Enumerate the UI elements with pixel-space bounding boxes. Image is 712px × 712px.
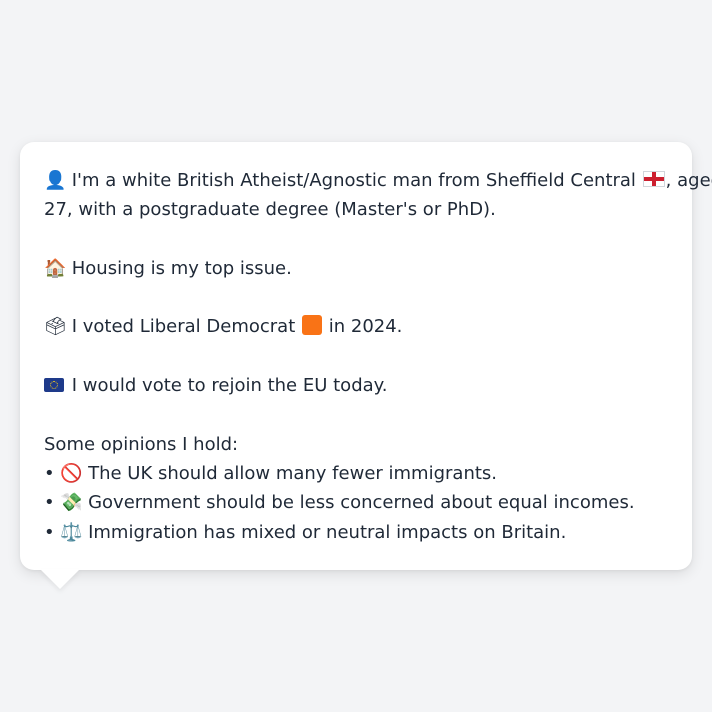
list-item: • 🚫 The UK should allow many fewer immig… (44, 459, 668, 488)
intro-age-label: , aged (665, 170, 712, 191)
eu-flag-icon (44, 378, 64, 393)
ballot-box-icon: 🗳 (44, 316, 67, 338)
profile-card: 👤 I'm a white British Atheist/Agnostic m… (20, 142, 712, 570)
eu-line: I would vote to rejoin the EU today. (44, 371, 668, 400)
england-flag-icon (642, 171, 665, 187)
house-icon: 🏠 (44, 257, 67, 279)
vote-year-text: in 2024. (328, 316, 403, 338)
speech-bubble-tail (40, 569, 80, 589)
bullet: • (44, 462, 55, 484)
top-issue-text: Housing is my top issue. (71, 257, 292, 279)
eu-text: I would vote to rejoin the EU today. (71, 375, 388, 397)
bullet: • (44, 492, 55, 514)
vote-line: 🗳 I voted Liberal Democrat in 2024. (44, 312, 668, 341)
money-wings-icon: 💸 (60, 492, 83, 514)
opinion-text: The UK should allow many fewer immigrant… (88, 462, 498, 484)
list-item: • 💸 Government should be less concerned … (44, 488, 668, 517)
balance-scale-icon: ⚖️ (60, 521, 83, 543)
bullet: • (44, 521, 55, 543)
vote-text: I voted Liberal Democrat (71, 316, 296, 338)
prohibited-icon: 🚫 (60, 462, 83, 484)
orange-square-icon (302, 315, 322, 336)
person-icon: 👤 (44, 170, 67, 191)
opinion-text: Immigration has mixed or neutral impacts… (88, 521, 567, 543)
opinion-text: Government should be less concerned abou… (88, 492, 635, 514)
intro-line-1: 👤 I'm a white British Atheist/Agnostic m… (44, 166, 712, 195)
list-item: • ⚖️ Immigration has mixed or neutral im… (44, 518, 668, 547)
intro-text: I'm a white British Atheist/Agnostic man… (71, 170, 636, 191)
opinions-heading: Some opinions I hold: (44, 433, 239, 455)
intro-line-2: 27, with a postgraduate degree (Master's… (44, 199, 496, 221)
top-issue-line: 🏠 Housing is my top issue. (44, 254, 668, 283)
